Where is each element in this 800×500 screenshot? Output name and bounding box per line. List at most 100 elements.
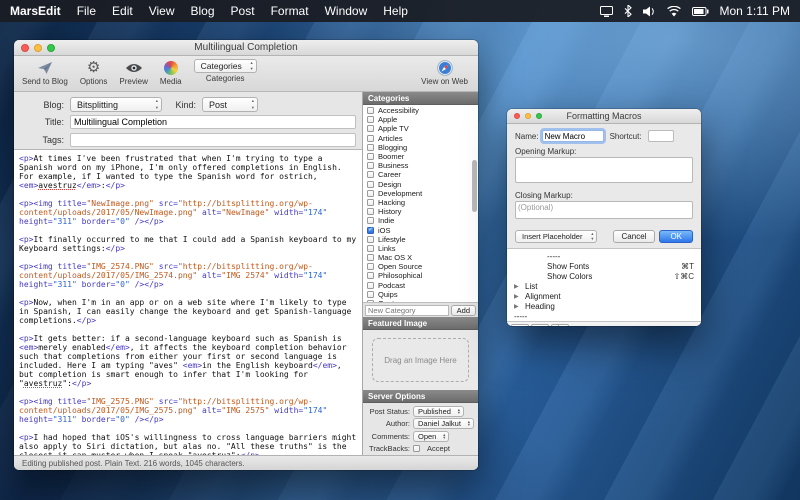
category-row[interactable]: Mac OS X (363, 253, 478, 262)
category-checkbox[interactable] (367, 254, 374, 261)
category-row[interactable]: Design (363, 180, 478, 189)
category-row[interactable]: Philosophical (363, 271, 478, 280)
category-row[interactable]: Boomer (363, 152, 478, 161)
macro-row[interactable]: ----- (507, 251, 701, 261)
categories-scrollbar[interactable] (472, 160, 477, 212)
category-checkbox[interactable] (367, 236, 374, 243)
category-checkbox[interactable] (367, 107, 374, 114)
category-row[interactable]: Lifestyle (363, 235, 478, 244)
send-to-blog-button[interactable]: Send to Blog (22, 59, 68, 86)
macros-minimize-button[interactable] (525, 113, 531, 119)
media-button[interactable]: Media (160, 59, 182, 86)
volume-icon[interactable] (643, 6, 656, 17)
wifi-icon[interactable] (667, 6, 681, 17)
category-checkbox[interactable] (367, 125, 374, 132)
category-checkbox[interactable] (367, 171, 374, 178)
close-button[interactable] (21, 44, 29, 52)
post-window-titlebar[interactable]: Multilingual Completion (14, 40, 478, 56)
category-checkbox[interactable] (367, 162, 374, 169)
zoom-button[interactable] (47, 44, 55, 52)
cancel-button[interactable]: Cancel (613, 230, 656, 243)
category-checkbox[interactable] (367, 300, 374, 302)
menubar-clock[interactable]: Mon 1:11 PM (720, 4, 790, 18)
new-category-input[interactable] (365, 305, 449, 316)
disclosure-triangle-icon[interactable]: ▶ (514, 303, 522, 310)
category-row[interactable]: Articles (363, 134, 478, 143)
add-macro-button[interactable]: + (511, 324, 529, 327)
blog-popup[interactable]: Bitsplitting (70, 97, 162, 112)
menu-window[interactable]: Window (325, 4, 368, 18)
macro-row[interactable]: ▶Heading (507, 301, 701, 311)
category-row[interactable]: History (363, 207, 478, 216)
closing-markup-textarea[interactable] (515, 201, 693, 219)
menu-file[interactable]: File (77, 4, 96, 18)
category-row[interactable]: Business (363, 161, 478, 170)
category-row[interactable]: Career (363, 170, 478, 179)
category-checkbox[interactable] (367, 263, 374, 270)
view-on-web-button[interactable]: View on Web (421, 59, 468, 86)
disclosure-triangle-icon[interactable]: ▶ (514, 293, 522, 300)
author-popup[interactable]: Daniel Jalkut (413, 418, 474, 429)
menu-help[interactable]: Help (383, 4, 408, 18)
menu-edit[interactable]: Edit (112, 4, 133, 18)
category-checkbox[interactable] (367, 181, 374, 188)
category-row[interactable]: ✓iOS (363, 225, 478, 234)
menu-app-name[interactable]: MarsEdit (10, 4, 61, 18)
comments-popup[interactable]: Open (413, 431, 449, 442)
battery-icon[interactable] (692, 7, 709, 16)
post-status-popup[interactable]: Published (413, 406, 464, 417)
category-row[interactable]: Apple TV (363, 124, 478, 133)
category-checkbox[interactable] (367, 153, 374, 160)
macro-row[interactable]: ----- (507, 311, 701, 321)
menu-post[interactable]: Post (231, 4, 255, 18)
title-input[interactable] (70, 115, 356, 129)
categories-dropdown[interactable]: Categories (194, 59, 257, 73)
display-icon[interactable] (600, 6, 613, 17)
disclosure-triangle-icon[interactable]: ▶ (514, 283, 522, 290)
add-category-button[interactable]: Add (451, 305, 476, 316)
category-row[interactable]: Development (363, 189, 478, 198)
category-row[interactable]: Open Source (363, 262, 478, 271)
category-checkbox[interactable] (367, 208, 374, 215)
category-row[interactable]: Podcast (363, 281, 478, 290)
category-checkbox[interactable] (367, 199, 374, 206)
ok-button[interactable]: OK (659, 230, 693, 243)
category-checkbox[interactable] (367, 217, 374, 224)
category-row[interactable]: Apple (363, 115, 478, 124)
macro-row[interactable]: Show Colors⇧⌘C (507, 271, 701, 281)
preview-button[interactable]: Preview (119, 59, 147, 86)
category-row[interactable]: Hacking (363, 198, 478, 207)
category-checkbox[interactable]: ✓ (367, 227, 374, 234)
category-row[interactable]: Quotes (363, 299, 478, 302)
category-checkbox[interactable] (367, 190, 374, 197)
category-row[interactable]: Blogging (363, 143, 478, 152)
macro-row[interactable]: Show Fonts⌘T (507, 261, 701, 271)
options-button[interactable]: ⚙ Options (80, 59, 108, 86)
post-body-editor[interactable]: <p>At times I've been frustrated that wh… (14, 150, 362, 455)
featured-image-dropzone[interactable]: Drag an Image Here (363, 330, 478, 390)
macros-titlebar[interactable]: Formatting Macros (507, 109, 701, 124)
tags-input[interactable] (70, 133, 356, 147)
category-row[interactable]: Links (363, 244, 478, 253)
macro-row[interactable]: ▶List (507, 281, 701, 291)
trackbacks-checkbox[interactable] (413, 445, 420, 452)
macro-shortcut-input[interactable] (648, 130, 674, 142)
kind-popup[interactable]: Post (202, 97, 258, 112)
macros-zoom-button[interactable] (536, 113, 542, 119)
category-checkbox[interactable] (367, 282, 374, 289)
macro-name-input[interactable] (542, 130, 604, 142)
category-row[interactable]: Quips (363, 290, 478, 299)
macro-row[interactable]: ▶Alignment (507, 291, 701, 301)
category-checkbox[interactable] (367, 135, 374, 142)
category-checkbox[interactable] (367, 291, 374, 298)
macros-close-button[interactable] (514, 113, 520, 119)
menu-view[interactable]: View (149, 4, 175, 18)
category-checkbox[interactable] (367, 245, 374, 252)
category-checkbox[interactable] (367, 272, 374, 279)
remove-macro-button[interactable]: − (531, 324, 549, 327)
menu-blog[interactable]: Blog (191, 4, 215, 18)
menu-format[interactable]: Format (271, 4, 309, 18)
category-row[interactable]: Indie (363, 216, 478, 225)
opening-markup-textarea[interactable] (515, 157, 693, 183)
category-row[interactable]: Accessibility (363, 106, 478, 115)
